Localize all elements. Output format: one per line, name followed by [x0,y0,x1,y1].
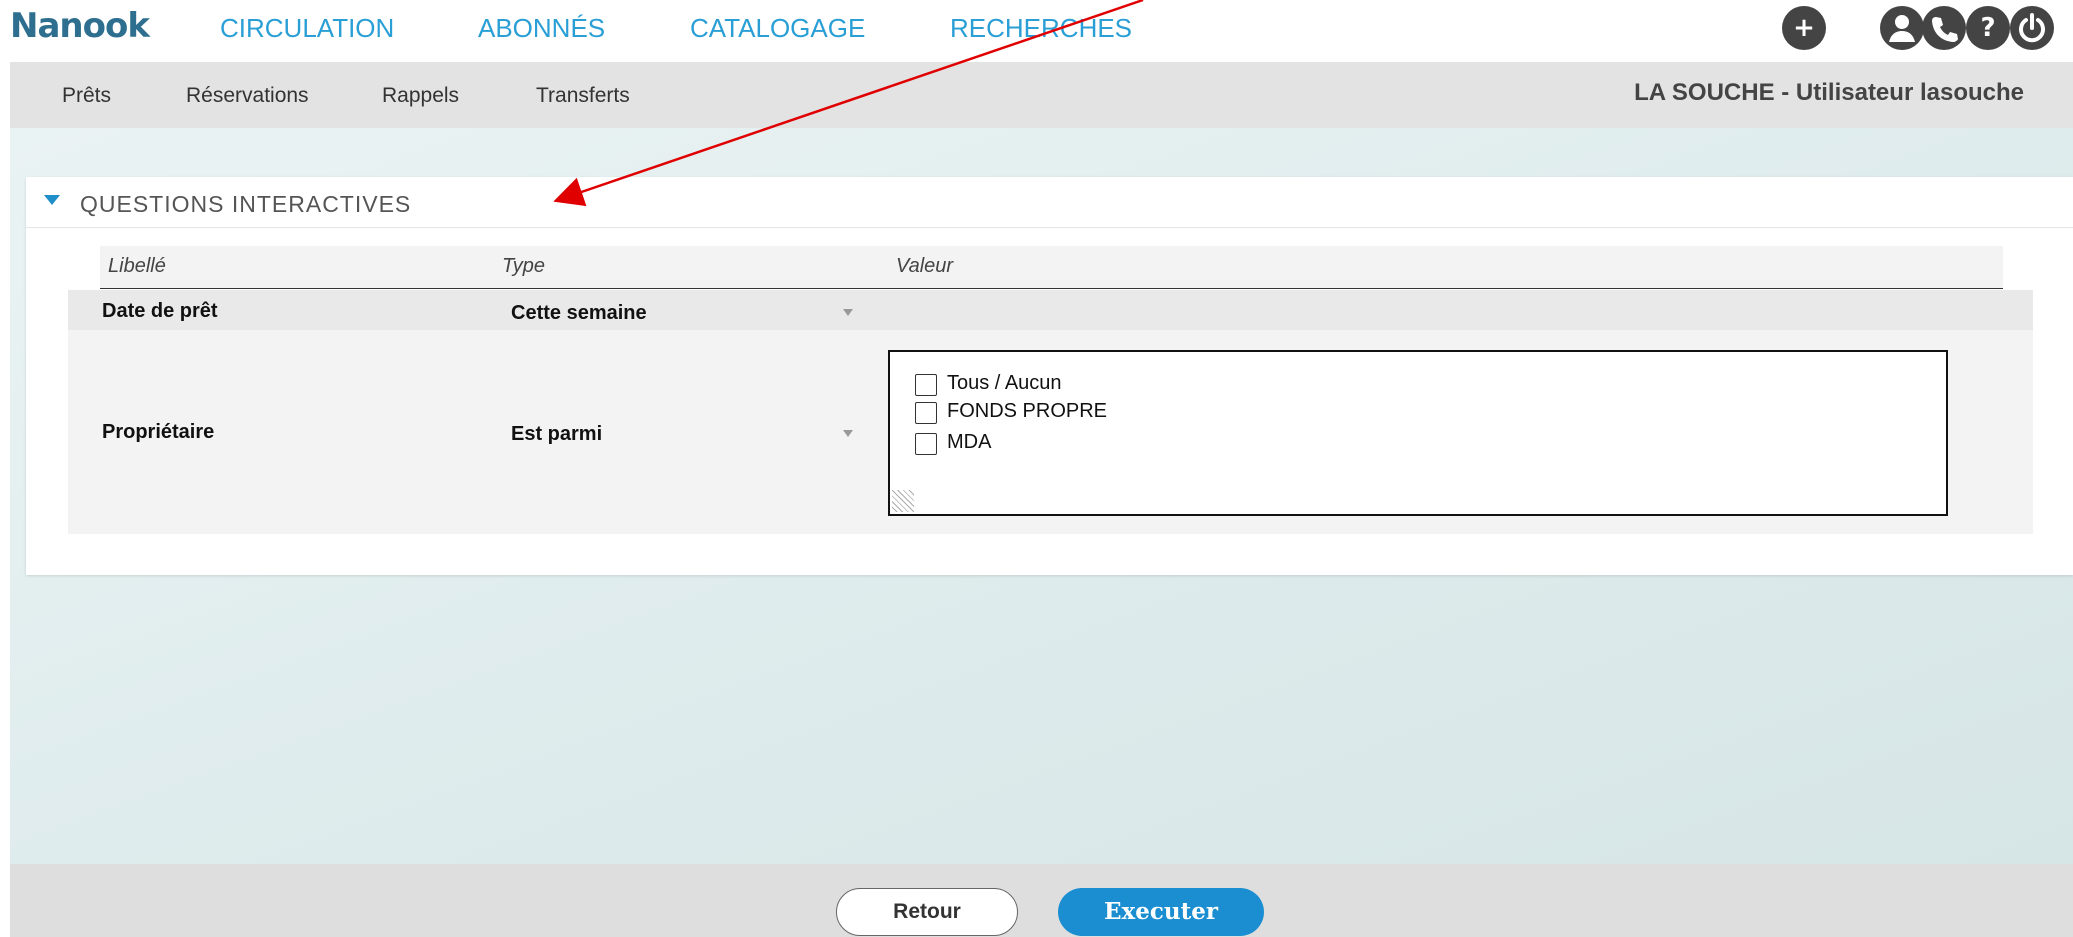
type-select[interactable]: Cette semaine [511,302,647,325]
subnav-rappels[interactable]: Rappels [382,84,459,108]
resize-handle[interactable] [892,490,914,512]
app-logo[interactable]: Nanook [10,6,150,46]
type-select[interactable]: Est parmi [511,423,602,446]
panel-title: QUESTIONS INTERACTIVES [80,191,412,217]
footer-bar [10,864,2073,937]
user-label: LA SOUCHE - Utilisateur lasouche [1634,79,2024,106]
column-header-type: Type [502,255,545,277]
power-icon[interactable] [2010,6,2054,50]
option-label: Tous / Aucun [947,372,1062,394]
value-multiselect[interactable]: Tous / Aucun FONDS PROPRE MDA [888,350,1948,516]
subnav-transferts[interactable]: Transferts [536,84,630,108]
row-label: Propriétaire [102,421,215,443]
subnav-prets[interactable]: Prêts [62,84,111,108]
option-label: FONDS PROPRE [947,400,1108,422]
option-label: MDA [947,431,992,453]
phone-icon[interactable] [1922,6,1966,50]
user-profile-icon[interactable] [1880,6,1924,50]
checkbox[interactable] [915,433,937,455]
subnav-reservations[interactable]: Réservations [186,84,309,108]
checkbox[interactable] [915,402,937,424]
collapse-caret-icon[interactable] [44,195,60,205]
top-header: Nanook CIRCULATION ABONNÉS CATALOGAGE RE… [0,0,2073,62]
panel-header[interactable]: QUESTIONS INTERACTIVES [26,177,2073,228]
executer-button[interactable]: Executer [1058,888,1264,936]
help-icon[interactable]: ? [1966,6,2010,50]
row-label: Date de prêt [102,300,218,322]
checkbox[interactable] [915,374,937,396]
table-row: Date de prêt Cette semaine [68,290,2033,330]
nav-abonnes[interactable]: ABONNÉS [478,13,605,44]
dropdown-arrow-icon[interactable] [843,430,853,437]
nav-circulation[interactable]: CIRCULATION [220,13,394,44]
nav-catalogage[interactable]: CATALOGAGE [690,13,865,44]
table-header: Libellé Type Valeur [100,246,2003,289]
sub-navigation: Prêts Réservations Rappels Transferts LA… [10,62,2073,128]
column-header-libelle: Libellé [108,255,166,277]
column-header-valeur: Valeur [896,255,954,277]
nav-recherches[interactable]: RECHERCHES [950,13,1132,44]
dropdown-arrow-icon[interactable] [843,309,853,316]
retour-button[interactable]: Retour [836,888,1018,936]
add-shortcut-icon[interactable]: + [1782,6,1826,50]
